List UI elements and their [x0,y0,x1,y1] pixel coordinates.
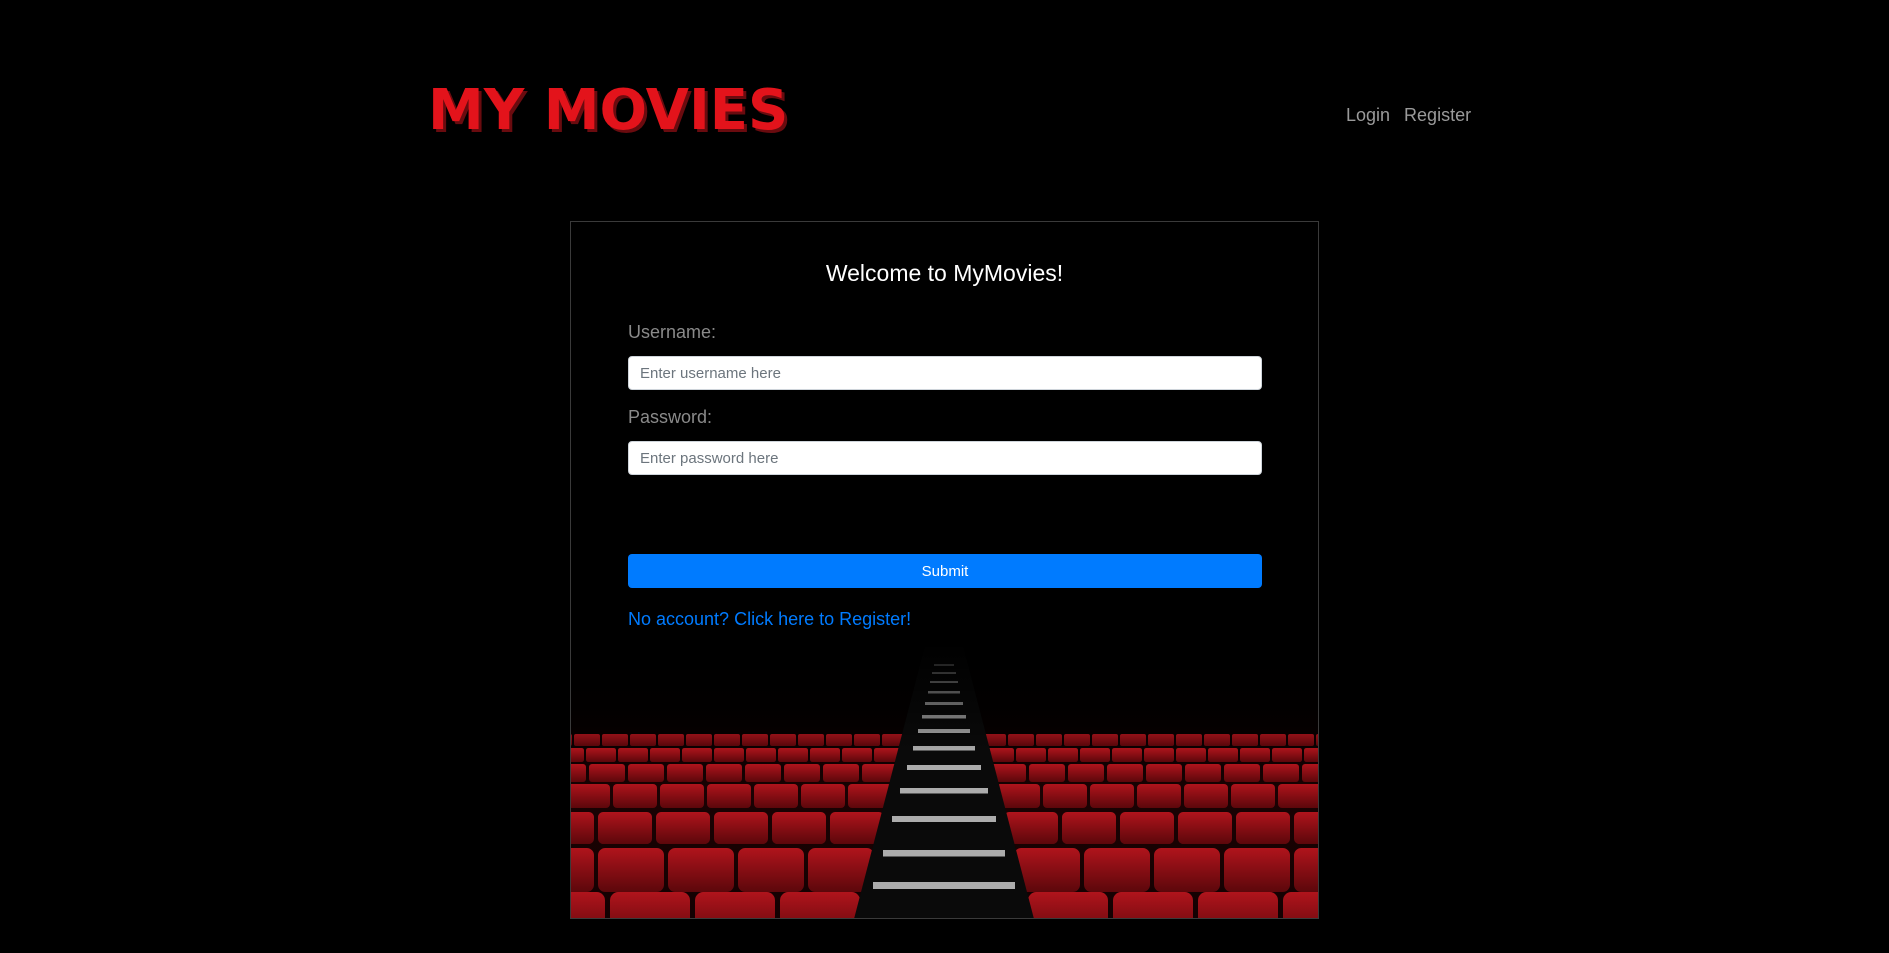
seat-3 [613,784,657,808]
seat-3 [571,784,610,808]
seat-5 [738,848,804,892]
seat-2 [1107,764,1143,782]
username-label: Username: [628,322,717,342]
seat-5 [1084,848,1150,892]
nav-login-link[interactable]: Login [1346,104,1390,126]
seat-5 [1224,848,1290,892]
seat-3 [754,784,798,808]
seat-6 [1028,892,1108,918]
register-link[interactable]: No account? Click here to Register! [628,608,911,630]
seat-3 [660,784,704,808]
seat-4 [598,812,652,844]
seat-6 [695,892,775,918]
seat-2 [784,764,820,782]
aisle-step [907,765,981,770]
seat-5 [598,848,664,892]
seat-6 [1283,892,1318,918]
seat-6 [780,892,860,918]
seat-2 [589,764,625,782]
seat-3 [801,784,845,808]
seat-4 [1236,812,1290,844]
seat-2 [1146,764,1182,782]
seat-2 [1263,764,1299,782]
theater-seats-illustration [571,642,1318,918]
password-input[interactable] [628,441,1262,475]
seat-4 [656,812,710,844]
seat-3 [1043,784,1087,808]
seat-4 [1120,812,1174,844]
nav-register-link[interactable]: Register [1404,104,1471,126]
seat-3 [1090,784,1134,808]
seat-2 [667,764,703,782]
seat-6 [571,892,605,918]
seat-6 [610,892,690,918]
seat-2 [823,764,859,782]
seat-5 [571,848,594,892]
seat-4 [1178,812,1232,844]
seat-2 [1068,764,1104,782]
seat-2 [1185,764,1221,782]
seat-2 [706,764,742,782]
welcome-title: Welcome to MyMovies! [825,260,1064,286]
seat-4 [1062,812,1116,844]
seat-5 [1154,848,1220,892]
seat-3 [1137,784,1181,808]
theater-seats-image [571,642,1318,918]
seat-2 [628,764,664,782]
aisle-step [873,882,1015,889]
seat-3 [1231,784,1275,808]
username-input[interactable] [628,356,1262,390]
seat-4 [571,812,594,844]
seat-2 [571,764,586,782]
site-logo[interactable]: MY MOVIES [428,78,788,144]
seat-2 [1302,764,1318,782]
aisle-step [900,788,988,794]
aisle-step [883,850,1005,857]
seat-6 [1113,892,1193,918]
password-label: Password: [628,407,713,427]
aisle-step [892,816,996,822]
theater-fade [571,642,1318,752]
seat-2 [745,764,781,782]
submit-button[interactable]: Submit [628,554,1262,588]
seat-2 [1224,764,1260,782]
seat-4 [714,812,768,844]
seat-5 [1294,848,1318,892]
seat-3 [1184,784,1228,808]
login-card: Welcome to MyMovies! Username: Password:… [570,221,1319,919]
seat-4 [772,812,826,844]
top-nav: Login Register [1346,104,1471,126]
seat-2 [1029,764,1065,782]
seat-4 [1294,812,1318,844]
seat-3 [707,784,751,808]
seat-3 [1278,784,1318,808]
seat-5 [668,848,734,892]
site-header: MY MOVIES Login Register [0,0,1889,200]
seat-6 [1198,892,1278,918]
